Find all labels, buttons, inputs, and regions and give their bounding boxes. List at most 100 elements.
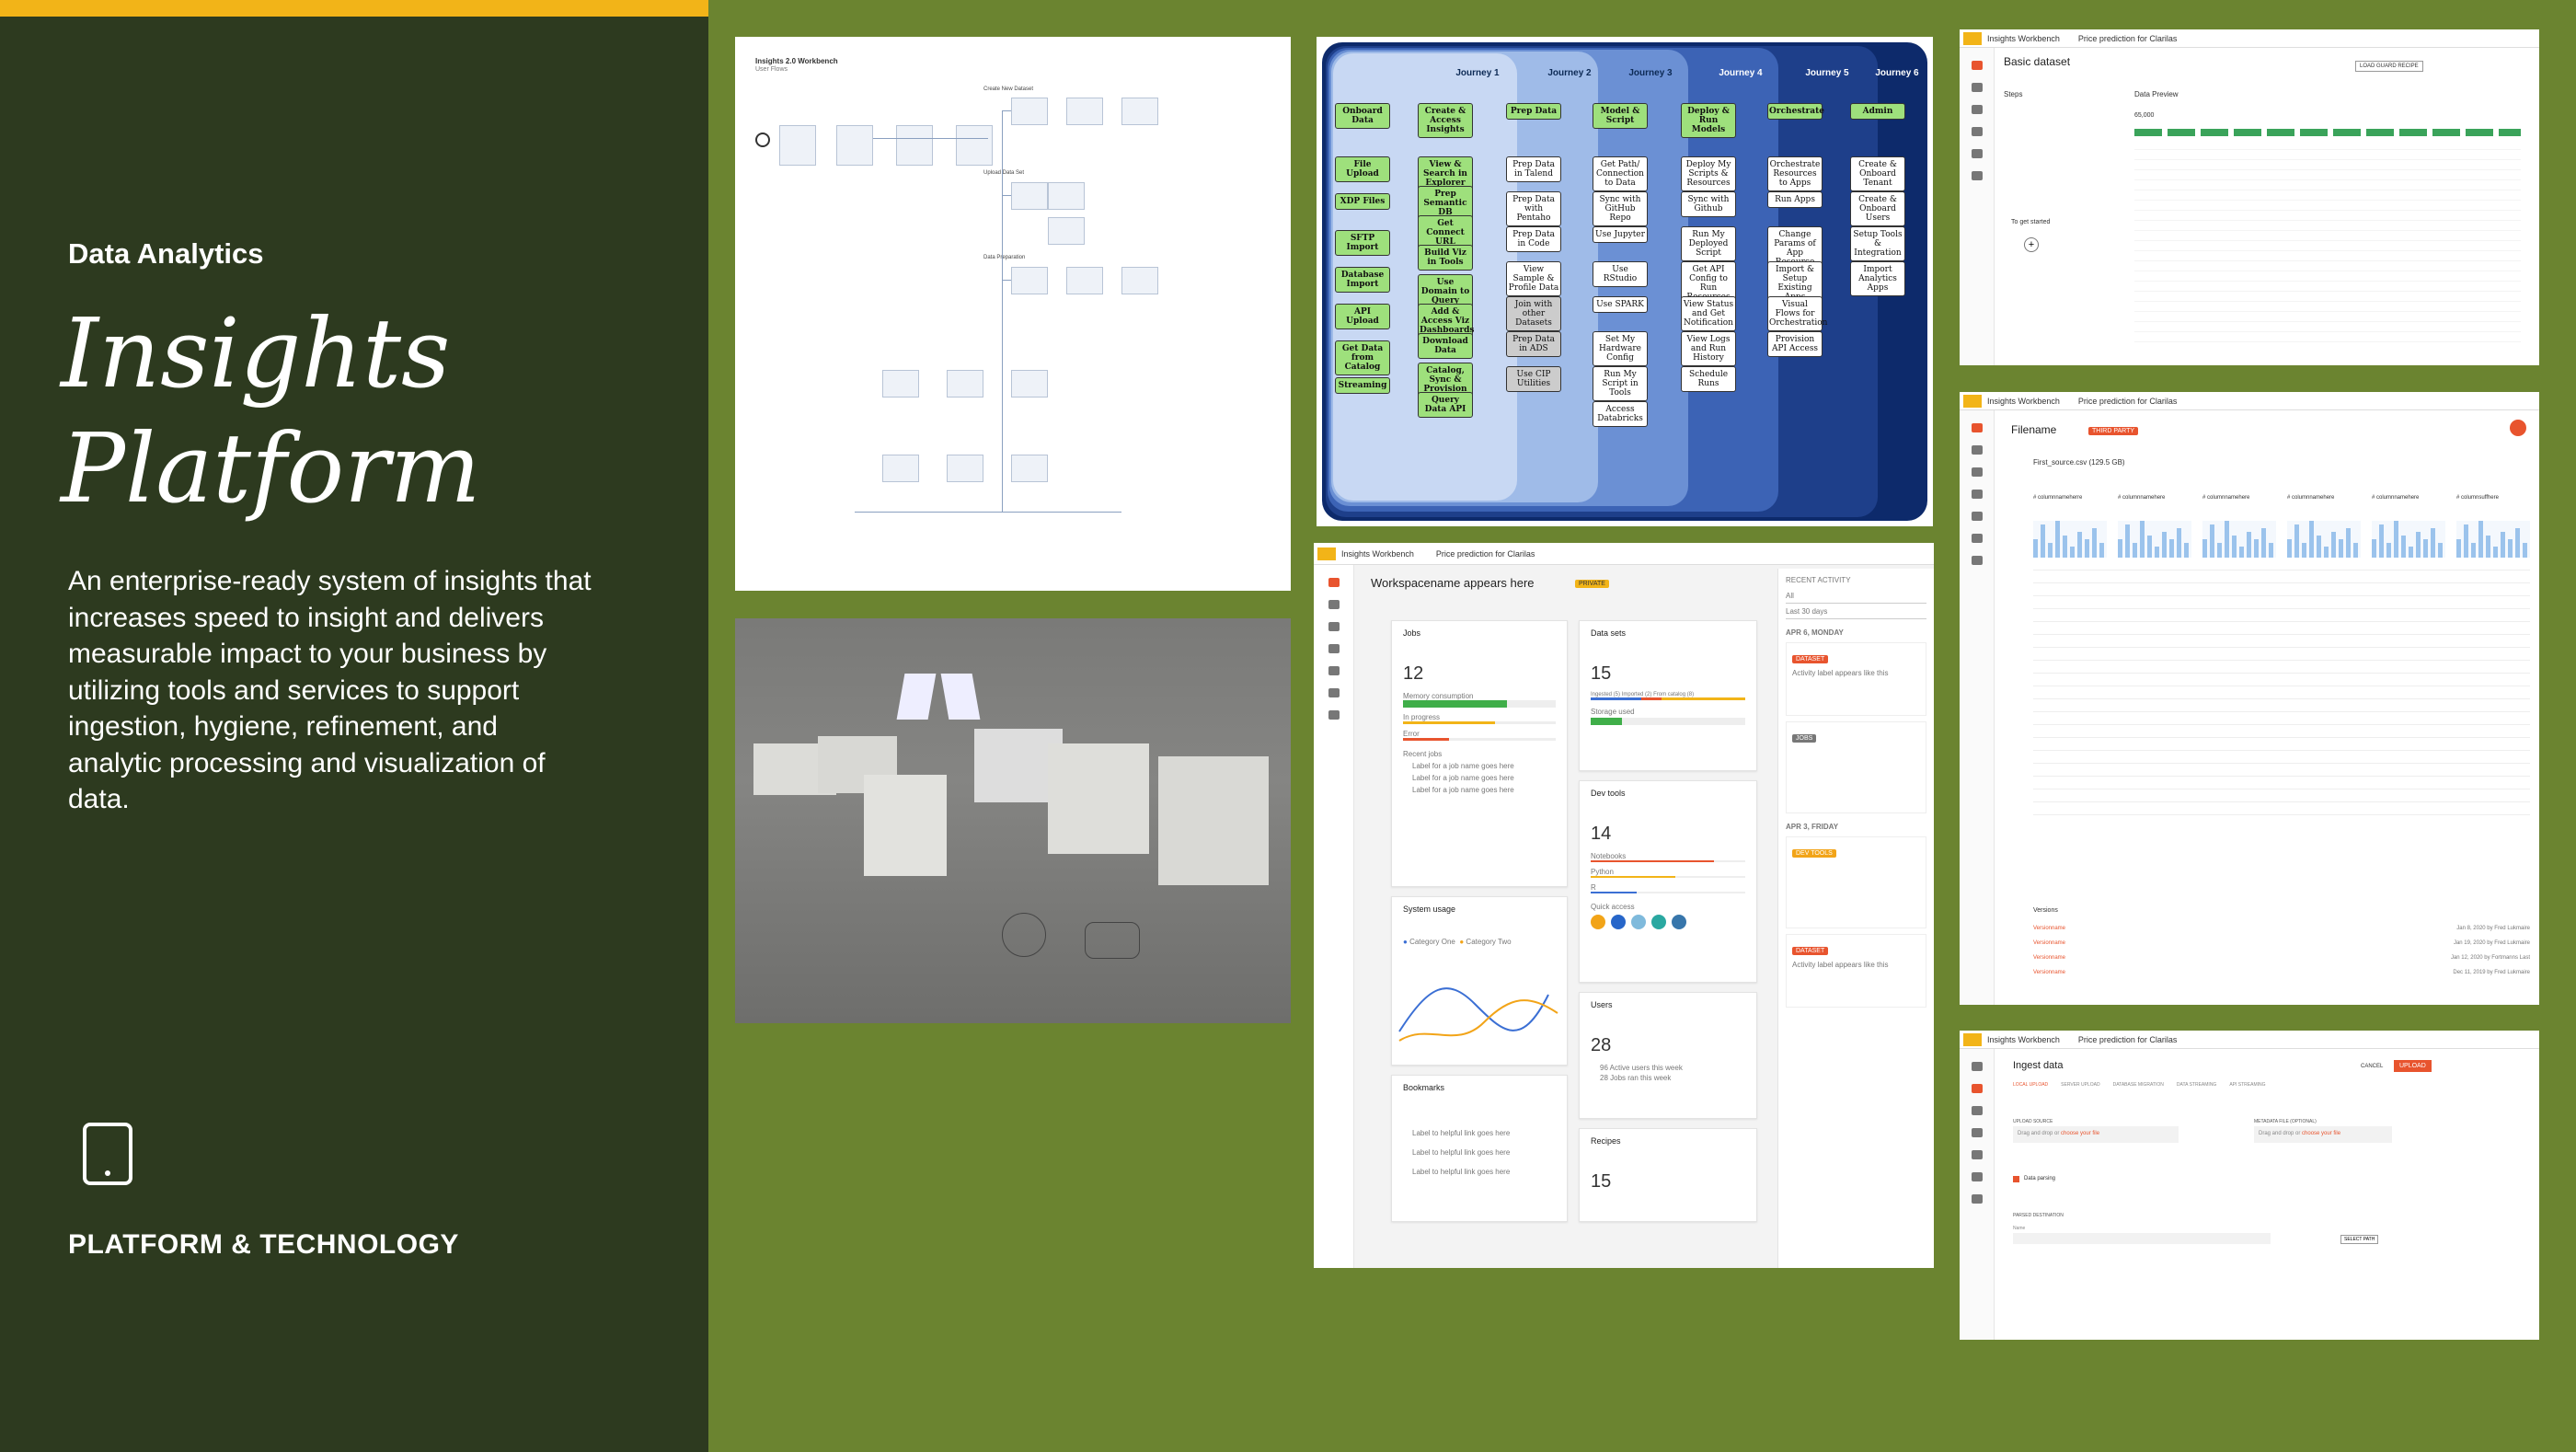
- histogram-bar: [2401, 536, 2406, 558]
- parsing-checkbox[interactable]: [2013, 1176, 2019, 1182]
- bookmark-item[interactable]: Label to helpful link goes here: [1412, 1168, 1547, 1176]
- activity-filter[interactable]: All: [1786, 592, 1926, 604]
- legend-item: Category One: [1409, 938, 1455, 946]
- private-badge: PRIVATE: [1575, 580, 1609, 588]
- accent-bar: [0, 0, 708, 17]
- recent-jobs-label: Recent jobs: [1403, 750, 1443, 758]
- error-label: Error: [1403, 730, 1420, 738]
- histogram-bar: [2416, 532, 2421, 558]
- source-file: First_source.csv (129.5 GB): [2033, 458, 2125, 467]
- add-step-button[interactable]: +: [2024, 237, 2039, 252]
- upload-dropzone[interactable]: Drag and drop or choose your file: [2013, 1126, 2179, 1143]
- version-row[interactable]: Versionname Jan 8, 2020 by Fred Lukmaire: [2033, 926, 2530, 931]
- column-header[interactable]: # columnnamehere: [2202, 495, 2249, 501]
- jupyter-icon[interactable]: [1591, 915, 1605, 929]
- tab-api-streaming[interactable]: API STREAMING: [2229, 1082, 2265, 1088]
- journey-step: SFTP Import: [1335, 230, 1390, 256]
- dev-tools-card[interactable]: Dev tools 14 Notebooks Python R Quick ac…: [1579, 780, 1757, 983]
- card-title: Recipes: [1591, 1136, 1621, 1146]
- tab-local-upload[interactable]: LOCAL UPLOAD: [2013, 1082, 2048, 1088]
- column-header[interactable]: # columnsuffhere: [2456, 495, 2499, 501]
- flow-section: Upload Data Set: [983, 170, 1025, 176]
- upload-button[interactable]: UPLOAD: [2394, 1060, 2432, 1072]
- column-header[interactable]: # columnnameherre: [2033, 495, 2082, 501]
- datasets-card[interactable]: Data sets 15 Ingested (5) Imported (2) F…: [1579, 620, 1757, 771]
- histogram-bar: [2372, 539, 2376, 558]
- rstudio-icon[interactable]: [1651, 915, 1666, 929]
- journey-header: Journey 6: [1875, 68, 1919, 78]
- journey-step: View Logs and Run History: [1681, 331, 1736, 366]
- histogram-bar: [2254, 539, 2259, 558]
- jobs-count: 12: [1403, 663, 1424, 684]
- date-filter[interactable]: Last 30 days: [1786, 607, 1926, 619]
- title-line-1: Insights: [61, 297, 451, 409]
- bookmark-item[interactable]: Label to helpful link goes here: [1412, 1129, 1547, 1137]
- job-item[interactable]: Label for a job name goes here: [1412, 786, 1547, 794]
- histogram-bar: [2523, 543, 2527, 558]
- upload-source-label: UPLOAD SOURCE: [2013, 1119, 2053, 1124]
- path-input[interactable]: [2013, 1233, 2271, 1244]
- tab-data-streaming[interactable]: DATA STREAMING: [2177, 1082, 2216, 1088]
- histogram-bar: [2125, 524, 2130, 558]
- metadata-dropzone[interactable]: Drag and drop or choose your file: [2254, 1126, 2392, 1143]
- histogram-bar: [2085, 539, 2089, 558]
- system-usage-card[interactable]: System usage ● Category One ● Category T…: [1391, 896, 1568, 1066]
- jobs-card[interactable]: Jobs 12 Memory consumption In progress E…: [1391, 620, 1568, 887]
- job-item[interactable]: Label for a job name goes here: [1412, 774, 1547, 782]
- datasets-count: 15: [1591, 663, 1612, 684]
- version-row[interactable]: Versionname Dec 11, 2019 by Fred Lukmaire: [2033, 970, 2530, 975]
- job-item[interactable]: Label for a job name goes here: [1412, 762, 1547, 770]
- activity-date: APR 3, FRIDAY: [1786, 823, 1839, 831]
- spark-icon[interactable]: [1631, 915, 1646, 929]
- journey-step: Set My Hardware Config: [1593, 331, 1648, 366]
- activity-tag: JOBS: [1792, 734, 1817, 743]
- python-icon[interactable]: [1672, 915, 1686, 929]
- journey-step: XDP Files: [1335, 193, 1390, 210]
- histogram-bar: [2409, 547, 2413, 558]
- users-card[interactable]: Users 28 96 Active users this week 28 Jo…: [1579, 992, 1757, 1119]
- name-label: Name: [2013, 1226, 2026, 1231]
- card-title: Dev tools: [1591, 789, 1626, 798]
- histogram-bar: [2346, 528, 2351, 558]
- activity-tag: DATASET: [1792, 655, 1829, 663]
- histogram-bar: [2055, 521, 2060, 558]
- r-icon[interactable]: [1611, 915, 1626, 929]
- activity-headline: Activity label appears like this: [1792, 669, 1889, 677]
- journey-step: Streaming: [1335, 377, 1390, 394]
- bookmarks-card[interactable]: Bookmarks Label to helpful link goes her…: [1391, 1075, 1568, 1222]
- column-header[interactable]: # columnnamehere: [2118, 495, 2165, 501]
- share-icon[interactable]: [2510, 420, 2526, 436]
- journey-step: Orchestrate Resources to Apps: [1767, 156, 1823, 191]
- version-row[interactable]: Versionname Jan 19, 2020 by Fred Lukmaire: [2033, 940, 2530, 946]
- in-progress-label: In progress: [1403, 713, 1441, 721]
- recipes-card[interactable]: Recipes 15: [1579, 1128, 1757, 1222]
- journey-step: Import Analytics Apps: [1850, 261, 1905, 296]
- load-recipe-button[interactable]: LOAD GUARD RECIPE: [2355, 61, 2423, 72]
- journey-step: Download Data: [1418, 333, 1473, 359]
- histogram-bar: [2287, 539, 2292, 558]
- histogram-bar: [2317, 536, 2321, 558]
- journey-stage: Create & Access Insights: [1418, 103, 1473, 138]
- histogram-bar: [2210, 524, 2214, 558]
- activity-date: APR 6, MONDAY: [1786, 628, 1844, 637]
- histogram-bar: [2247, 532, 2251, 558]
- cancel-button[interactable]: CANCEL: [2361, 1064, 2383, 1069]
- users-count: 28: [1591, 1035, 1612, 1055]
- tool-item: Notebooks: [1591, 852, 1627, 860]
- column-header[interactable]: # columnnamehere: [2372, 495, 2419, 501]
- bookmark-item[interactable]: Label to helpful link goes here: [1412, 1148, 1547, 1157]
- tab-database-migration[interactable]: DATABASE MIGRATION: [2113, 1082, 2164, 1088]
- storage-label: Storage used: [1591, 708, 1635, 716]
- journey-step: Prep Data in ADS: [1506, 331, 1561, 357]
- journey-header: Journey 1: [1455, 68, 1500, 78]
- column-header[interactable]: # columnnamehere: [2287, 495, 2334, 501]
- histogram-bar: [2140, 521, 2145, 558]
- version-row[interactable]: Versionname Jan 12, 2020 by Fortmanns Las…: [2033, 955, 2530, 961]
- journey-step: Run My Deployed Script: [1681, 226, 1736, 261]
- select-path-button[interactable]: SELECT PATH: [2340, 1235, 2379, 1244]
- journey-step: Join with other Datasets: [1506, 296, 1561, 331]
- tab-server-upload[interactable]: SERVER UPLOAD: [2061, 1082, 2099, 1088]
- journey-step: Prep Data in Talend: [1506, 156, 1561, 182]
- histogram-bar: [2092, 528, 2097, 558]
- journey-stage: Admin: [1850, 103, 1905, 120]
